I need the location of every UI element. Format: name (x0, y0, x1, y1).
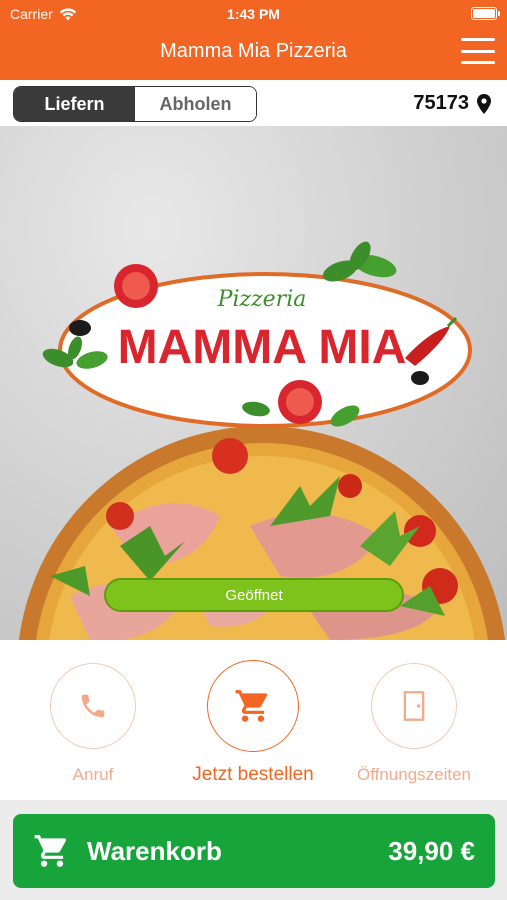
order-now-button[interactable]: Jetzt bestellen (178, 660, 328, 786)
location-selector[interactable]: 75173 (413, 92, 491, 115)
status-time: 1:43 PM (227, 6, 280, 22)
restaurant-logo: Pizzeria MAMMA MIA (42, 241, 472, 428)
logo-name-text: MAMMA MIA (118, 321, 407, 374)
phone-icon (81, 694, 105, 718)
opening-hours-button[interactable]: Öffnungszeiten (339, 660, 489, 785)
app-header: Carrier 1:43 PM Mamma Mia Pizzeria (0, 0, 507, 80)
order-mode-toggle: Liefern Abholen (13, 86, 257, 122)
order-now-label: Jetzt bestellen (192, 764, 314, 785)
logo-script-text: Pizzeria (217, 287, 307, 312)
shopping-cart-icon (235, 690, 268, 722)
pizza-illustration: Pizzeria MAMMA MIA (18, 241, 506, 640)
page-title: Mamma Mia Pizzeria (160, 40, 347, 62)
call-label: Anruf (72, 765, 114, 784)
opening-hours-label: Öffnungszeiten (356, 765, 472, 784)
opening-status-badge[interactable]: Geöffnet (104, 578, 404, 612)
tab-liefern[interactable]: Liefern (14, 87, 135, 121)
hero-banner: Pizzeria MAMMA MIA Geöffnet (0, 126, 507, 640)
door-icon (403, 691, 425, 721)
status-bar: Carrier 1:43 PM (0, 0, 507, 28)
location-pin-icon (477, 93, 491, 114)
call-button[interactable]: Anruf (18, 660, 168, 785)
cart-footer: Warenkorb 39,90 € (0, 800, 507, 900)
cart-label: Warenkorb (87, 835, 222, 866)
cart-button[interactable]: Warenkorb 39,90 € (13, 814, 495, 888)
hamburger-menu-icon[interactable] (461, 38, 495, 64)
shopping-cart-icon (34, 835, 67, 867)
tab-abholen[interactable]: Abholen (135, 87, 256, 121)
cart-total: 39,90 € (388, 835, 475, 866)
zip-code: 75173 (413, 92, 469, 114)
quick-actions: Anruf Jetzt bestellen Öffnungszeiten (0, 640, 507, 800)
battery-icon (471, 7, 500, 20)
order-mode-bar: Liefern Abholen 75173 (0, 80, 507, 126)
